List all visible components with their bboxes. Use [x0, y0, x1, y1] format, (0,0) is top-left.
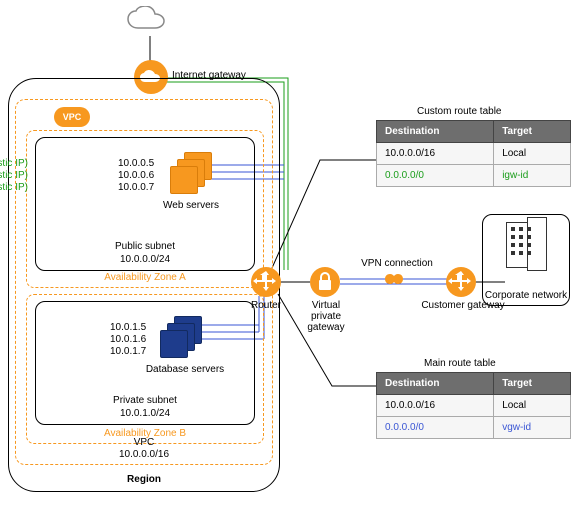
custom-route-table: Destination Target 10.0.0.0/16 Local 0.0…	[376, 120, 571, 187]
private-subnet-label: Private subnet	[36, 395, 254, 406]
az-a-label: Availability Zone A	[27, 272, 263, 283]
public-subnet-label: Public subnet	[36, 241, 254, 252]
region-box: Region VPC 198.51.100.1 (Elastic IP) 198…	[8, 78, 280, 492]
web-elastic-ips: 198.51.100.1 (Elastic IP) 198.51.100.2 (…	[0, 158, 28, 194]
vpc-badge: VPC	[54, 107, 90, 127]
th-target: Target	[494, 121, 571, 143]
private-subnet-cidr: 10.0.1.0/24	[36, 408, 254, 419]
public-subnet-box: 198.51.100.1 (Elastic IP) 198.51.100.2 (…	[35, 137, 255, 271]
vpc-label: VPC	[16, 437, 272, 448]
web-private-ips: 10.0.0.5 10.0.0.6 10.0.0.7	[118, 158, 154, 194]
private-subnet-box: 10.0.1.5 10.0.1.6 10.0.1.7 Database serv…	[35, 301, 255, 425]
db-servers-label: Database servers	[140, 364, 230, 375]
virtual-private-gateway-icon	[310, 267, 340, 297]
main-route-table: Destination Target 10.0.0.0/16 Local 0.0…	[376, 372, 571, 439]
vpc-box: VPC 198.51.100.1 (Elastic IP) 198.51.100…	[15, 99, 273, 465]
customer-gateway-icon	[446, 267, 476, 297]
th-target: Target	[494, 373, 571, 395]
db-servers-icon	[160, 316, 204, 360]
web-servers-icon	[170, 152, 214, 196]
web-servers-label: Web servers	[146, 200, 236, 211]
availability-zone-a: 198.51.100.1 (Elastic IP) 198.51.100.2 (…	[26, 130, 264, 288]
vgw-label: Virtual private gateway	[296, 300, 356, 333]
vpc-cidr: 10.0.0.0/16	[16, 449, 272, 460]
custom-route-table-title: Custom route table	[417, 106, 502, 117]
main-route-table-title: Main route table	[424, 358, 496, 369]
building-icon	[506, 222, 536, 268]
th-destination: Destination	[377, 373, 494, 395]
vpn-label: VPN connection	[360, 258, 434, 269]
public-subnet-cidr: 10.0.0.0/24	[36, 254, 254, 265]
table-row: 10.0.0.0/16 Local	[377, 143, 571, 165]
th-destination: Destination	[377, 121, 494, 143]
vpn-connection-icon	[384, 270, 408, 288]
corporate-network-label: Corporate network	[483, 290, 569, 301]
router-label: Router	[246, 300, 286, 311]
region-label: Region	[9, 474, 279, 485]
cloud-icon	[120, 6, 180, 34]
table-row: 0.0.0.0/0 igw-id	[377, 165, 571, 187]
table-row: 0.0.0.0/0 vgw-id	[377, 417, 571, 439]
availability-zone-b: 10.0.1.5 10.0.1.6 10.0.1.7 Database serv…	[26, 294, 264, 444]
table-row: 10.0.0.0/16 Local	[377, 395, 571, 417]
router-icon	[251, 267, 281, 297]
db-private-ips: 10.0.1.5 10.0.1.6 10.0.1.7	[110, 322, 146, 358]
